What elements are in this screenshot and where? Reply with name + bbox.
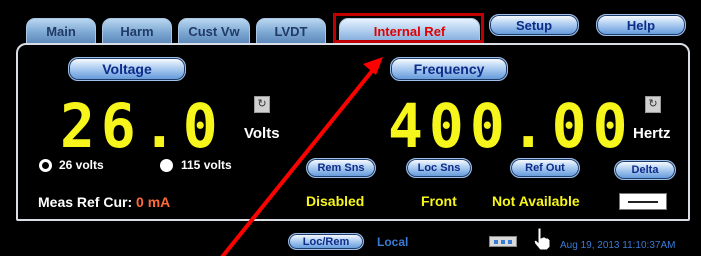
loc-rem-button[interactable]: Loc/Rem <box>288 233 364 250</box>
frequency-header-button[interactable]: Frequency <box>390 57 508 81</box>
help-button[interactable]: Help <box>596 14 686 36</box>
meas-ref-cur-label: Meas Ref Cur: <box>38 194 133 210</box>
tab-lvdt[interactable]: LVDT <box>256 18 326 44</box>
tab-harm[interactable]: Harm <box>102 18 172 44</box>
tab-cust-vw[interactable]: Cust Vw <box>178 18 250 44</box>
setup-button[interactable]: Setup <box>489 14 579 36</box>
radio-26-volts-label: 26 volts <box>59 158 104 172</box>
radio-26-volts[interactable] <box>39 159 52 172</box>
voltage-refresh-icon[interactable]: ↻ <box>254 96 270 113</box>
timestamp: Aug 19, 2013 11:10:37AM <box>560 240 676 251</box>
voltage-readout: 26.0 <box>60 90 224 162</box>
radio-115-volts-label: 115 volts <box>181 158 232 172</box>
voltage-unit: Volts <box>244 125 280 142</box>
delta-button[interactable]: Delta <box>614 160 676 180</box>
ref-out-status: Not Available <box>492 193 580 209</box>
rem-sns-status: Disabled <box>306 193 365 209</box>
loc-sns-button[interactable]: Loc Sns <box>406 158 472 178</box>
radio-115-volts[interactable] <box>160 159 173 172</box>
tab-main[interactable]: Main <box>26 18 96 44</box>
frequency-refresh-icon[interactable]: ↻ <box>645 96 661 113</box>
meas-ref-cur-value: 0 mA <box>136 194 171 210</box>
keyboard-icon[interactable] <box>489 236 517 247</box>
frequency-readout: 400.00 <box>388 90 634 162</box>
tab-highlight-box <box>333 13 484 43</box>
frequency-unit: Hertz <box>633 125 671 142</box>
hand-cursor-icon <box>533 227 551 251</box>
mode-status: Local <box>377 235 409 249</box>
rem-sns-button[interactable]: Rem Sns <box>306 158 376 178</box>
voltage-header-button[interactable]: Voltage <box>68 57 186 81</box>
delta-value-box[interactable] <box>619 193 667 210</box>
ref-out-button[interactable]: Ref Out <box>510 158 580 178</box>
meas-ref-cur: Meas Ref Cur: 0 mA <box>38 194 170 210</box>
loc-sns-status: Front <box>421 193 457 209</box>
